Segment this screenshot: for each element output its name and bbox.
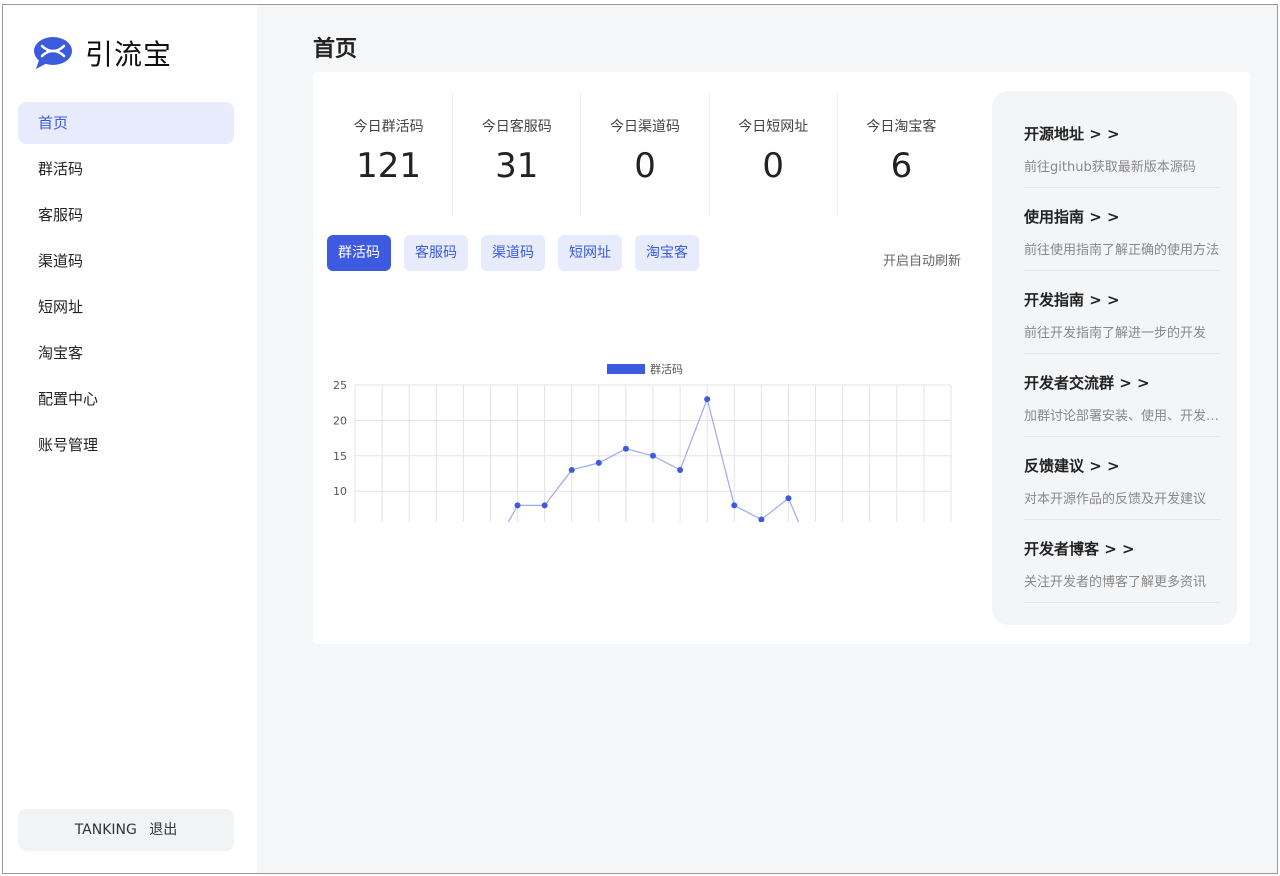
link-desc: 前往开发指南了解进一步的开发 [1024, 326, 1207, 341]
data-point [568, 466, 575, 473]
link-item-blog: 开发者博客 > > 关注开发者的博客了解更多资讯 [1024, 520, 1221, 603]
sidebar-item-channel-qr[interactable]: 渠道码 [18, 240, 234, 282]
tab-group-qr[interactable]: 群活码 [327, 235, 391, 271]
data-point [622, 445, 629, 452]
link-title[interactable]: 反馈建议 > > [1024, 455, 1221, 476]
auto-refresh-toggle[interactable]: 开启自动刷新 [883, 250, 961, 269]
dashboard-card: 今日群活码 121 今日客服码 31 今日渠道码 0 今日短网址 0 今日淘宝客… [313, 72, 1250, 644]
data-point [541, 502, 548, 509]
link-title[interactable]: 开发者博客 > > [1024, 538, 1221, 559]
link-desc: 关注开发者的博客了解更多资讯 [1024, 575, 1207, 590]
sidebar-item-home[interactable]: 首页 [18, 102, 234, 144]
y-tick-label: 10 [333, 485, 347, 498]
sidebar-nav: 首页 群活码 客服码 渠道码 短网址 淘宝客 配置中心 账号管理 [18, 102, 234, 470]
link-item-dev-guide: 开发指南 > > 前往开发指南了解进一步的开发 [1024, 271, 1221, 354]
sidebar: 引流宝 首页 群活码 客服码 渠道码 短网址 淘宝客 配置中心 账号管理 TAN… [3, 5, 257, 873]
page-title: 首页 [313, 37, 358, 62]
sidebar-item-config[interactable]: 配置中心 [18, 378, 234, 420]
stat-short-url: 今日短网址 0 [710, 92, 838, 216]
chart-tabs: 群活码 客服码 渠道码 短网址 淘宝客 [327, 235, 712, 271]
link-desc: 对本开源作品的反馈及开发建议 [1024, 492, 1207, 507]
username: TANKING [74, 822, 137, 838]
data-point [595, 459, 602, 466]
link-title[interactable]: 开发者交流群 > > [1024, 372, 1221, 393]
link-desc: 前往github获取最新版本源码 [1024, 160, 1196, 175]
stat-service-qr: 今日客服码 31 [453, 92, 582, 216]
stat-label: 今日淘宝客 [866, 119, 937, 135]
y-tick-label: 15 [333, 450, 347, 463]
link-item-source: 开源地址 > > 前往github获取最新版本源码 [1024, 105, 1221, 188]
link-item-feedback: 反馈建议 > > 对本开源作品的反馈及开发建议 [1024, 437, 1221, 520]
data-point [704, 396, 711, 403]
link-desc: 前往使用指南了解正确的使用方法 [1024, 243, 1220, 258]
link-desc: 加群讨论部署安装、使用、开发问题 [1024, 409, 1221, 424]
data-point [731, 502, 738, 509]
legend-label: 群活码 [650, 362, 683, 376]
tab-taobaoke[interactable]: 淘宝客 [635, 235, 699, 271]
logo[interactable]: 引流宝 [33, 33, 172, 73]
link-title[interactable]: 开发指南 > > [1024, 289, 1221, 310]
stat-value: 0 [762, 146, 785, 186]
link-title[interactable]: 开源地址 > > [1024, 123, 1221, 144]
stat-taobaoke: 今日淘宝客 6 [838, 92, 965, 216]
data-point [650, 452, 656, 459]
stats-row: 今日群活码 121 今日客服码 31 今日渠道码 0 今日短网址 0 今日淘宝客… [325, 92, 965, 216]
app-window: 引流宝 首页 群活码 客服码 渠道码 短网址 淘宝客 配置中心 账号管理 TAN… [2, 4, 1278, 874]
quick-links-panel: 开源地址 > > 前往github获取最新版本源码 使用指南 > > 前往使用指… [992, 91, 1237, 625]
line-chart: 05101520251h2h3h4h5h6h7h8h9h10h11h12h13h… [333, 362, 952, 522]
y-tick-label: 25 [333, 379, 347, 392]
logout-button[interactable]: 退出 [149, 822, 177, 838]
stat-channel-qr: 今日渠道码 0 [581, 92, 710, 216]
data-point [785, 495, 792, 502]
chat-bubble-logo-icon [34, 37, 72, 69]
tab-service-qr[interactable]: 客服码 [404, 235, 468, 271]
sidebar-item-service-qr[interactable]: 客服码 [18, 194, 234, 236]
data-point [677, 466, 684, 473]
y-tick-label: 5 [340, 521, 347, 522]
stat-label: 今日客服码 [481, 119, 552, 135]
stat-label: 今日短网址 [738, 119, 809, 135]
sidebar-item-taobaoke[interactable]: 淘宝客 [18, 332, 234, 374]
tab-short-url[interactable]: 短网址 [558, 235, 622, 271]
stat-label: 今日渠道码 [610, 119, 680, 135]
sidebar-item-account[interactable]: 账号管理 [18, 424, 234, 466]
link-title[interactable]: 使用指南 > > [1024, 206, 1221, 227]
tab-channel-qr[interactable]: 渠道码 [481, 235, 545, 271]
stat-value: 121 [356, 146, 422, 186]
sidebar-item-group-qr[interactable]: 群活码 [18, 148, 234, 190]
data-point [514, 502, 521, 509]
y-tick-label: 20 [333, 414, 347, 427]
sidebar-item-short-url[interactable]: 短网址 [18, 286, 234, 328]
stat-value: 0 [634, 146, 656, 186]
stat-value: 6 [890, 146, 913, 186]
stat-group-qr: 今日群活码 121 [325, 92, 454, 216]
link-item-dev-group: 开发者交流群 > > 加群讨论部署安装、使用、开发问题 [1024, 354, 1221, 437]
legend-swatch [607, 364, 645, 374]
user-box: TANKING 退出 [18, 809, 234, 851]
link-item-guide: 使用指南 > > 前往使用指南了解正确的使用方法 [1024, 188, 1221, 271]
app-name: 引流宝 [85, 38, 173, 71]
stat-value: 31 [495, 146, 539, 186]
stat-label: 今日群活码 [353, 119, 424, 135]
